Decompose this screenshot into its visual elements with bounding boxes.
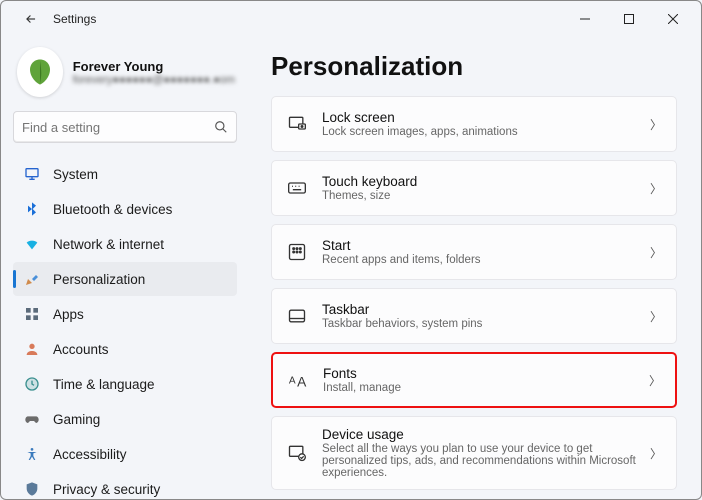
chevron-right-icon: 〉 <box>650 116 662 133</box>
card-device-usage[interactable]: Device usage Select all the ways you pla… <box>271 416 677 490</box>
sidebar-item-time[interactable]: Time & language <box>13 367 237 401</box>
sidebar-item-personalization[interactable]: Personalization <box>13 262 237 296</box>
sidebar-item-privacy[interactable]: Privacy & security <box>13 472 237 499</box>
page-title: Personalization <box>271 51 677 82</box>
search-box[interactable] <box>13 111 237 143</box>
card-title: Taskbar <box>322 302 636 317</box>
sidebar-item-accessibility[interactable]: Accessibility <box>13 437 237 471</box>
card-desc: Recent apps and items, folders <box>322 254 636 266</box>
window-title: Settings <box>53 12 96 26</box>
card-desc: Select all the ways you plan to use your… <box>322 443 636 479</box>
wifi-icon <box>23 235 41 253</box>
svg-text:A: A <box>289 376 296 387</box>
sidebar-item-accounts[interactable]: Accounts <box>13 332 237 366</box>
card-start[interactable]: Start Recent apps and items, folders 〉 <box>271 224 677 280</box>
maximize-button[interactable] <box>607 4 651 34</box>
chevron-right-icon: 〉 <box>650 180 662 197</box>
chevron-right-icon: 〉 <box>650 308 662 325</box>
nav-label: Time & language <box>53 377 155 392</box>
nav-label: Privacy & security <box>53 482 160 497</box>
close-button[interactable] <box>651 4 695 34</box>
sidebar-item-apps[interactable]: Apps <box>13 297 237 331</box>
titlebar: Settings <box>1 1 701 37</box>
gaming-icon <box>23 410 41 428</box>
card-desc: Themes, size <box>322 190 636 202</box>
personalization-icon <box>23 270 41 288</box>
taskbar-icon <box>286 305 308 327</box>
nav-label: Apps <box>53 307 84 322</box>
chevron-right-icon: 〉 <box>649 372 661 389</box>
privacy-icon <box>23 480 41 498</box>
card-desc: Taskbar behaviors, system pins <box>322 318 636 330</box>
fonts-icon: AA <box>287 369 309 391</box>
nav-label: Bluetooth & devices <box>53 202 172 217</box>
card-title: Device usage <box>322 427 636 442</box>
time-icon <box>23 375 41 393</box>
avatar <box>17 47 63 97</box>
card-touch-keyboard[interactable]: Touch keyboard Themes, size 〉 <box>271 160 677 216</box>
card-desc: Install, manage <box>323 382 635 394</box>
sidebar-item-gaming[interactable]: Gaming <box>13 402 237 436</box>
keyboard-icon <box>286 177 308 199</box>
sidebar-item-system[interactable]: System <box>13 157 237 191</box>
card-lock-screen[interactable]: Lock screen Lock screen images, apps, an… <box>271 96 677 152</box>
lock-screen-icon <box>286 113 308 135</box>
user-name: Forever Young <box>73 59 235 74</box>
search-input[interactable] <box>22 120 214 135</box>
main-content: Personalization Lock screen Lock screen … <box>249 37 701 499</box>
svg-text:A: A <box>297 374 307 389</box>
card-title: Fonts <box>323 366 635 381</box>
nav-label: System <box>53 167 98 182</box>
nav-label: Accessibility <box>53 447 127 462</box>
card-title: Touch keyboard <box>322 174 636 189</box>
chevron-right-icon: 〉 <box>650 244 662 261</box>
accessibility-icon <box>23 445 41 463</box>
card-desc: Lock screen images, apps, animations <box>322 126 636 138</box>
minimize-button[interactable] <box>563 4 607 34</box>
nav-label: Accounts <box>53 342 109 357</box>
sidebar: Forever Young forevery●●●●●●@●●●●●●●.●om… <box>1 37 249 499</box>
nav-label: Personalization <box>53 272 145 287</box>
chevron-right-icon: 〉 <box>650 445 662 462</box>
back-button[interactable] <box>15 3 47 35</box>
card-title: Lock screen <box>322 110 636 125</box>
sidebar-item-network[interactable]: Network & internet <box>13 227 237 261</box>
nav-label: Network & internet <box>53 237 164 252</box>
search-icon <box>214 120 228 134</box>
user-profile[interactable]: Forever Young forevery●●●●●●@●●●●●●●.●om <box>13 41 237 111</box>
nav-label: Gaming <box>53 412 100 427</box>
accounts-icon <box>23 340 41 358</box>
sidebar-item-bluetooth[interactable]: Bluetooth & devices <box>13 192 237 226</box>
card-title: Start <box>322 238 636 253</box>
apps-icon <box>23 305 41 323</box>
bluetooth-icon <box>23 200 41 218</box>
user-email: forevery●●●●●●@●●●●●●●.●om <box>73 74 235 86</box>
card-fonts[interactable]: AA Fonts Install, manage 〉 <box>271 352 677 408</box>
start-icon <box>286 241 308 263</box>
card-taskbar[interactable]: Taskbar Taskbar behaviors, system pins 〉 <box>271 288 677 344</box>
nav-list: System Bluetooth & devices Network & int… <box>13 157 237 499</box>
system-icon <box>23 165 41 183</box>
device-usage-icon <box>286 442 308 464</box>
